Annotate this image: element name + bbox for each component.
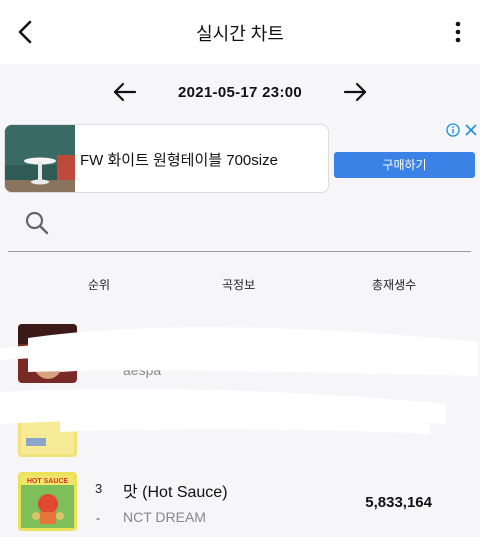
- album-cover: HOT SAUCE: [18, 472, 77, 531]
- ad-close-icon[interactable]: [464, 123, 478, 137]
- ad-buy-button[interactable]: 구매하기: [334, 152, 475, 178]
- rank-change: ·: [96, 362, 100, 376]
- svg-text:HOT SAUCE: HOT SAUCE: [27, 478, 69, 485]
- ad-headline: FW 화이트 원형테이블 700size: [80, 152, 278, 169]
- column-header-song-info[interactable]: 곡정보: [222, 276, 255, 293]
- chart-row[interactable]: · aespa: [0, 318, 480, 388]
- chart-row[interactable]: [0, 392, 480, 462]
- artist-name: aespa: [123, 362, 162, 378]
- arrow-right-icon[interactable]: [342, 80, 368, 104]
- ad-info-icon[interactable]: [446, 123, 460, 137]
- ad-product-image: [5, 125, 75, 192]
- search-icon[interactable]: [24, 210, 50, 236]
- song-title: 맛 (Hot Sauce): [123, 484, 228, 501]
- album-cover: [18, 398, 77, 457]
- rank-change: -: [96, 511, 100, 525]
- rank-number: 3: [95, 481, 103, 496]
- page-title: 실시간 차트: [196, 24, 284, 44]
- ad-banner[interactable]: FW 화이트 원형테이블 700size: [4, 124, 329, 193]
- column-header-plays[interactable]: 총재생수: [372, 276, 416, 293]
- chart-row[interactable]: HOT SAUCE 3 - 맛 (Hot Sauce) NCT DREAM 5,…: [0, 468, 480, 537]
- top-app-bar: 실시간 차트: [0, 0, 480, 64]
- play-count: 5,833,164: [365, 494, 432, 511]
- chart-datetime: 2021-05-17 23:00: [177, 84, 303, 101]
- album-cover: [18, 324, 77, 383]
- search-bar[interactable]: [8, 200, 471, 252]
- kebab-menu-icon[interactable]: [452, 20, 464, 44]
- artist-name: NCT DREAM: [123, 509, 206, 525]
- column-header-rank[interactable]: 순위: [88, 276, 110, 293]
